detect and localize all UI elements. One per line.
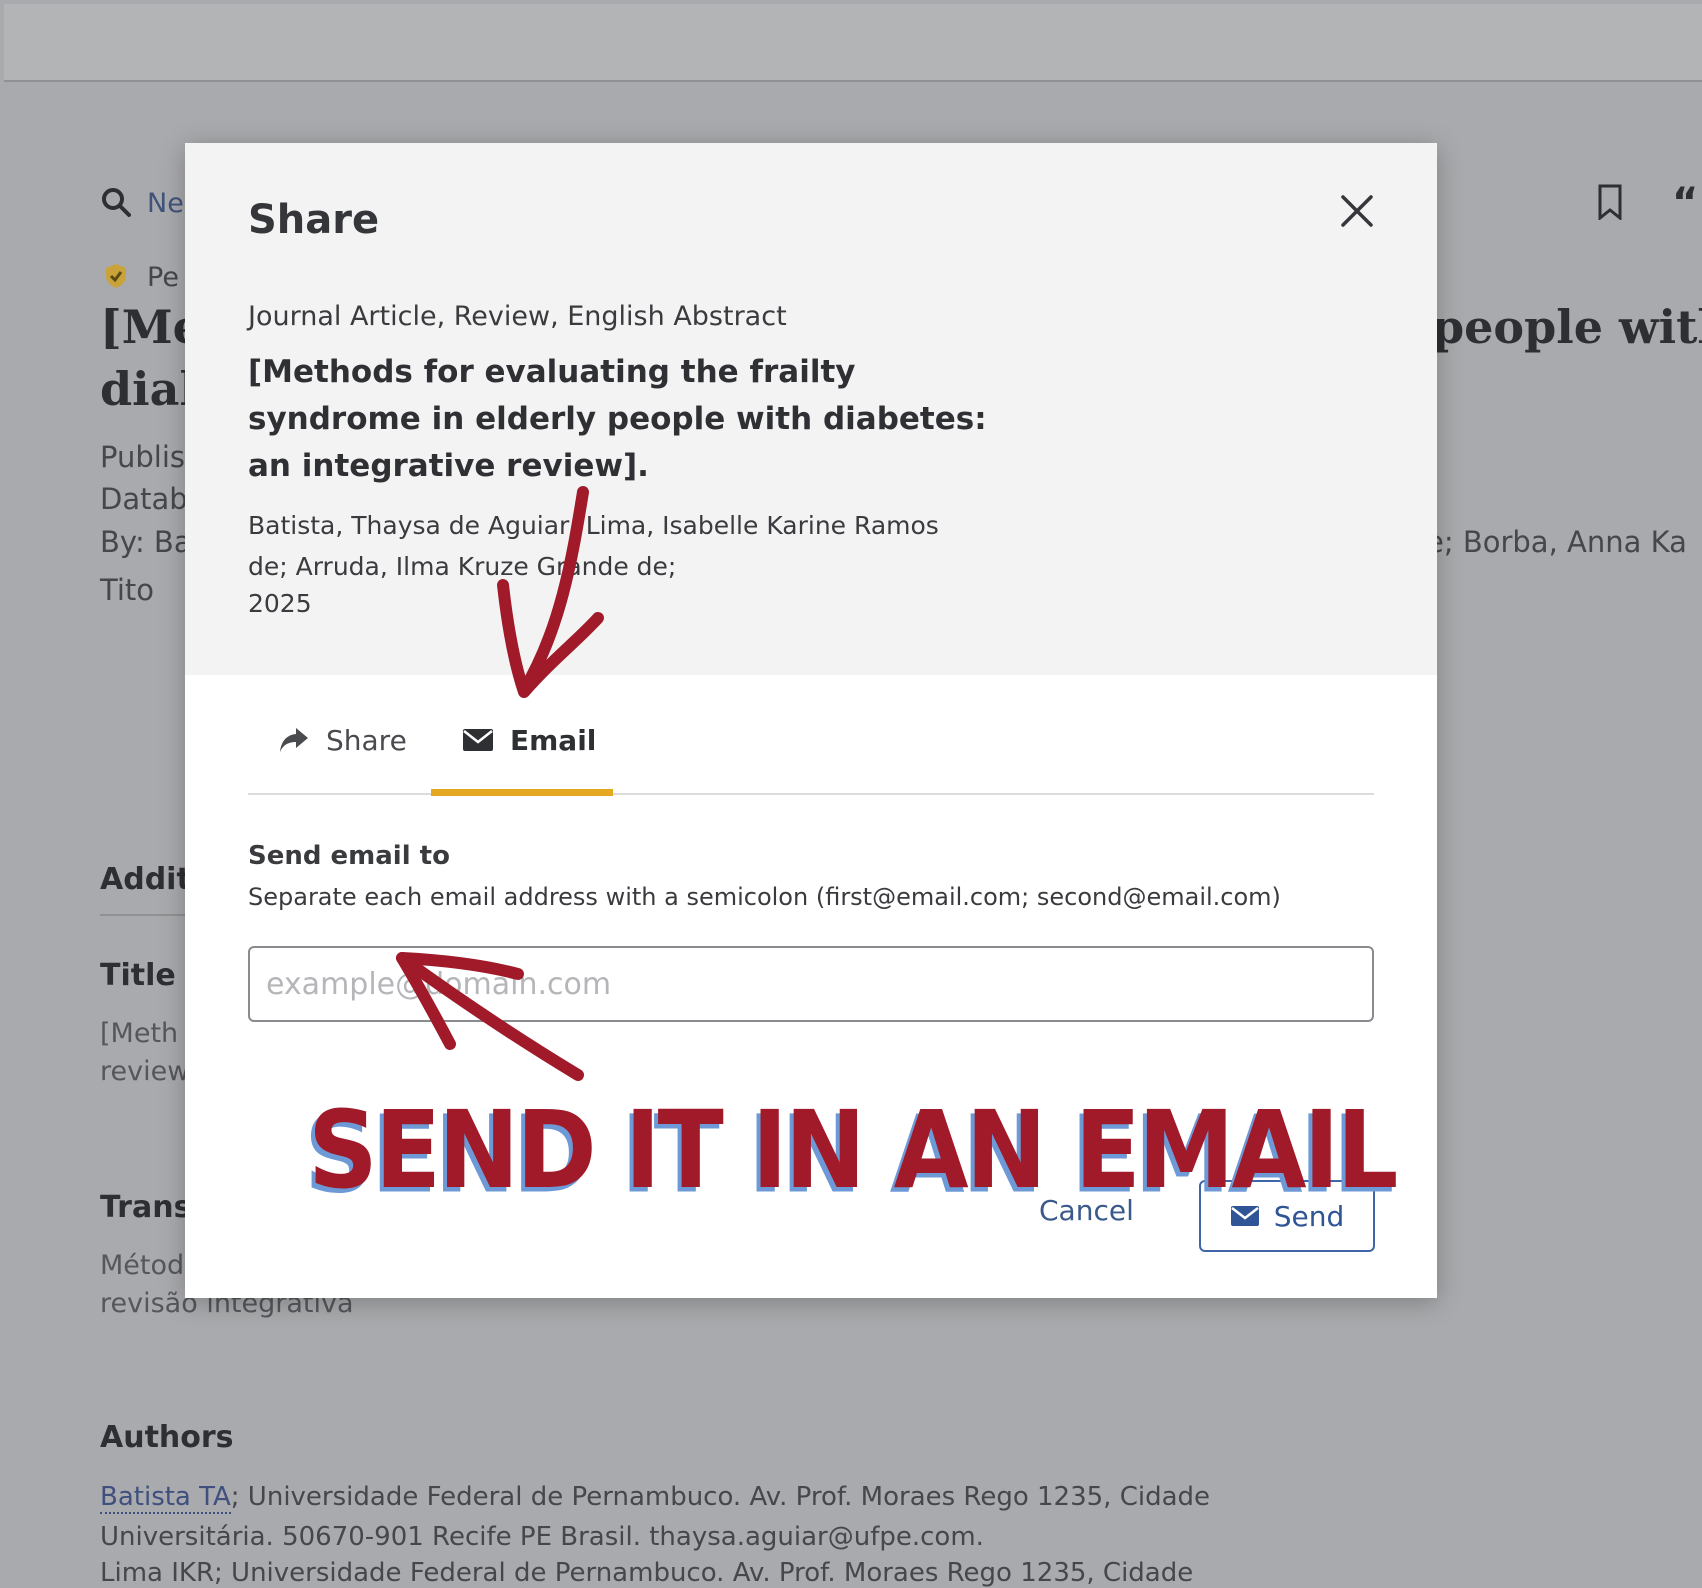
send-email-label: Send email to [248, 841, 450, 871]
search-icon[interactable] [100, 186, 132, 218]
translated-title-heading: Trans [100, 1190, 192, 1225]
document-type: Journal Article, Review, English Abstrac… [248, 301, 787, 332]
cite-quote-icon[interactable]: “ [1672, 180, 1698, 226]
database-label: Datab [100, 482, 188, 516]
article-title-right: people with [1432, 300, 1702, 354]
title-heading: Title [100, 958, 176, 993]
affiliation-text: ; Universidade Federal de Pernambuco. Av… [230, 1482, 1211, 1512]
tab-share[interactable]: Share [278, 715, 407, 765]
tab-email[interactable]: Email [462, 715, 596, 765]
published-label: Publis [100, 440, 185, 474]
document-year: 2025 [248, 589, 312, 618]
document-title: [Methods for evaluating the frailty synd… [248, 354, 987, 484]
bookmark-icon[interactable] [1596, 184, 1624, 220]
dialog-header: Share Journal Article, Review, English A… [185, 143, 1437, 675]
authors-line1: Batista, Thaysa de Aguiar; Lima, Isabell… [248, 511, 939, 540]
title-text-line1: [Meth [100, 1018, 179, 1049]
peer-reviewed-label: Pe [147, 262, 179, 293]
additional-info-heading: Addit [100, 862, 191, 897]
translated-title-line1: Métod [100, 1250, 185, 1281]
authors-heading: Authors [100, 1420, 234, 1455]
article-title-line2: dial [100, 362, 197, 416]
envelope-icon [463, 729, 493, 751]
by-label: By: Ba [100, 525, 192, 559]
tabs-divider [248, 793, 1374, 795]
section-divider [100, 914, 190, 916]
by-authors-right: e; Borba, Anna Ka [1426, 525, 1687, 559]
share-arrow-icon [280, 728, 308, 752]
send-email-help: Separate each email address with a semic… [248, 883, 1281, 911]
top-bar [4, 4, 1702, 82]
dialog-title: Share [248, 197, 380, 243]
new-search-link[interactable]: Ne [147, 188, 184, 219]
authors-line2: de; Arruda, Ilma Kruze Grande de; [248, 552, 677, 581]
document-authors: Batista, Thaysa de Aguiar; Lima, Isabell… [248, 505, 948, 587]
email-recipients-input[interactable] [248, 946, 1374, 1022]
author-link[interactable]: Batista TA [100, 1482, 231, 1514]
affiliation-line3: Lima IKR; Universidade Federal de Pernam… [100, 1558, 1194, 1588]
affiliation-line1: Batista TA; Universidade Federal de Pern… [100, 1482, 1211, 1514]
tab-share-label: Share [326, 723, 407, 757]
annotation-caption: SEND IT IN AN EMAIL [308, 1088, 1398, 1213]
title-text-line2: review [100, 1056, 190, 1087]
tab-email-label: Email [510, 723, 597, 757]
active-tab-indicator [431, 789, 613, 796]
close-icon[interactable] [1333, 187, 1381, 235]
affiliation-line2: Universitária. 50670-901 Recife PE Brasi… [100, 1522, 984, 1552]
tito-label: Tito [100, 573, 154, 607]
peer-reviewed-badge-icon [106, 264, 126, 288]
